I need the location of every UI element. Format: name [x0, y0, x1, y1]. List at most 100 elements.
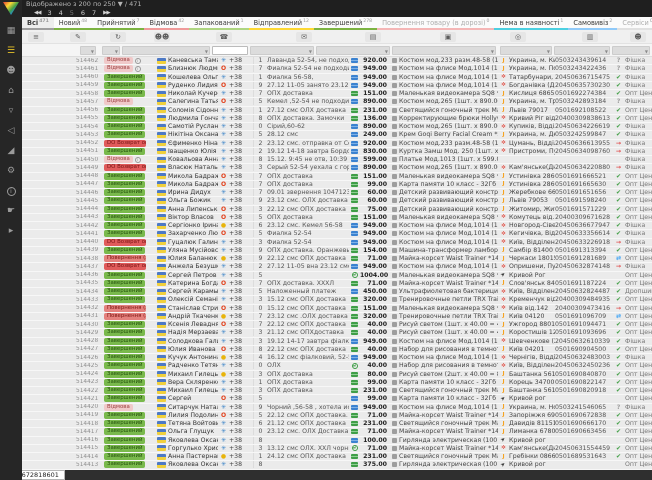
- table-row[interactable]: 514445ЗавершенийОльга Божик✳+38923.12 см…: [22, 197, 652, 205]
- table-row[interactable]: 514449DO Возврат ок..Власюк Наталья✳+383…: [22, 164, 652, 172]
- product-column-icon[interactable]: ▣: [440, 32, 456, 42]
- phone-number[interactable]: +38: [229, 272, 254, 279]
- phone-number[interactable]: +38: [229, 305, 254, 312]
- phone-number[interactable]: +38: [229, 395, 254, 402]
- phone-number[interactable]: +38: [229, 296, 254, 303]
- users-icon[interactable]: ☻: [2, 63, 20, 79]
- warehouse-icon[interactable]: ⌂: [2, 83, 20, 99]
- phone-number[interactable]: +38: [229, 321, 254, 328]
- table-row[interactable]: 514433ЗавершенийОлексій Семанін✳+38315.1…: [22, 296, 652, 304]
- phone-number[interactable]: +38: [229, 173, 254, 180]
- table-row[interactable]: 514441ЗавершенийЗахарченко ЛюбаO+385Фиал…: [22, 230, 652, 238]
- table-row[interactable]: 514419ЗавершенийЛилия ПодолинскаяO+38522…: [22, 412, 652, 420]
- app-logo-icon[interactable]: [3, 2, 19, 15]
- phone-number[interactable]: +38: [229, 214, 254, 221]
- table-row[interactable]: 514431Повернення (з..Андрій Ткаченко●+38…: [22, 313, 652, 321]
- phone-number[interactable]: +38: [229, 156, 254, 163]
- phone-number[interactable]: +38: [229, 247, 254, 254]
- table-row[interactable]: 514422ЗавершенийМихаил Гилецький✳+383ОПХ…: [22, 387, 652, 395]
- phone-number[interactable]: +38: [229, 181, 254, 188]
- phone-number[interactable]: +38: [229, 387, 254, 394]
- phone-number[interactable]: +38: [229, 189, 254, 196]
- filter-dropdown-2[interactable]: ▼: [122, 46, 210, 55]
- table-row[interactable]: 514413ЗавершенийЯковлева Оксана✳+388375.…: [22, 461, 652, 469]
- phone-number[interactable]: +38: [229, 346, 254, 353]
- status-column-icon[interactable]: ✎: [70, 32, 86, 42]
- table-row[interactable]: 514416ЗавершенийЯковлева Оксана✳+388100.…: [22, 437, 652, 445]
- phone-number[interactable]: +38: [229, 164, 254, 171]
- tracking-column-icon[interactable]: ▥: [582, 32, 598, 42]
- info-icon[interactable]: i: [2, 183, 20, 199]
- table-row[interactable]: 514462ВідмоваiКаневська Тамара ..✳+381Ла…: [22, 57, 652, 65]
- table-row[interactable]: 514447ЗавершенийМикола БадражанO+387ОПХ …: [22, 181, 652, 189]
- tab-Нема в наявності[interactable]: Нема в наявності1: [494, 17, 568, 30]
- table-row[interactable]: 514435ЗавершенийКатерина БогдановаO+387О…: [22, 280, 652, 288]
- table-row[interactable]: 514424ЗавершенийМихаил Гилецький●+383ОПХ…: [22, 371, 652, 379]
- tab-Повернення товару (в дорозі)[interactable]: Повернення товару (в дорозі)0: [377, 17, 494, 30]
- client-column-icon[interactable]: ☻☻: [154, 32, 170, 42]
- table-row[interactable]: 514452DO Возврат ок..Єфименко Ніна✳+3822…: [22, 140, 652, 148]
- phone-number[interactable]: +38: [229, 354, 254, 361]
- filter-dropdown-9[interactable]: ▼: [612, 46, 650, 55]
- phone-number[interactable]: +38: [229, 206, 254, 213]
- table-row[interactable]: 514436ЗавершенийСергей Петров✳+385₴1004.…: [22, 272, 652, 280]
- tab-Самовивіз[interactable]: Самовивіз2: [568, 17, 617, 30]
- table-row[interactable]: 514458ЗавершенийНиколай Кучеренко✳+387ОП…: [22, 90, 652, 98]
- phone-number[interactable]: +38: [229, 313, 254, 320]
- phone-number[interactable]: +38: [229, 437, 254, 444]
- filter-dropdown-4[interactable]: ▼: [250, 46, 314, 55]
- phone-number[interactable]: +38: [229, 90, 254, 97]
- filter-dropdown-0[interactable]: ▼: [80, 46, 96, 55]
- table-row[interactable]: 514437DO Возврат ок..Анжела Безушку✳+382…: [22, 263, 652, 271]
- page-button-4[interactable]: 4: [59, 9, 63, 18]
- page-button-5[interactable]: 5: [70, 9, 74, 18]
- table-row[interactable]: 514420ВідмоваСитарчук Наталія Гр..✳+389Ч…: [22, 404, 652, 412]
- phone-number[interactable]: +38: [229, 115, 254, 122]
- table-row[interactable]: 514457ВідмоваСалегина Татьяна С..O+385Ке…: [22, 98, 652, 106]
- table-row[interactable]: 514432Повернення (з..Станіслав СтрижакO+…: [22, 305, 652, 313]
- phone-number[interactable]: +38: [229, 329, 254, 336]
- phone-number[interactable]: +38: [229, 338, 254, 345]
- table-row[interactable]: 514423ЗавершенийВера Скляренко✳+381ОПХ д…: [22, 379, 652, 387]
- table-row[interactable]: 514450ВідмоваiКовальова Анна✳+38815.12. …: [22, 156, 652, 164]
- phone-number[interactable]: +38: [229, 197, 254, 204]
- menu-icon[interactable]: ≡: [28, 32, 44, 42]
- phone-number[interactable]: +38: [229, 140, 254, 147]
- table-row[interactable]: 514429ЗавершенийНадія Мерзаева✳+38321.12…: [22, 329, 652, 337]
- payment-column-icon[interactable]: ▤: [365, 32, 381, 42]
- table-row[interactable]: 514455ЗавершенийЛюдмила Гончарова✳+388ОП…: [22, 115, 652, 123]
- operator-column-icon[interactable]: ↻: [110, 32, 126, 42]
- phone-number[interactable]: +38: [229, 453, 254, 460]
- table-row[interactable]: 514460ЗавершенийКошелева Ольга Ар..✳+381…: [22, 74, 652, 82]
- tab-Завершений[interactable]: Завершений278: [314, 17, 377, 30]
- phone-number[interactable]: +38: [229, 148, 254, 155]
- table-row[interactable]: 514434ЗавершенийСергей Карамышев✳+385Нал…: [22, 288, 652, 296]
- tab-Відправлений[interactable]: Відправлений12: [249, 17, 314, 30]
- phone-number[interactable]: +38: [229, 239, 254, 246]
- phone-number[interactable]: +38: [229, 362, 254, 369]
- settings-icon[interactable]: ⚙: [2, 163, 20, 179]
- phone-number[interactable]: +38: [229, 379, 254, 386]
- filter-text-input[interactable]: [212, 46, 248, 55]
- table-row[interactable]: 514453ЗавершенийНікітіна Оксана Дми..✳+3…: [22, 131, 652, 139]
- table-row[interactable]: 514428ЗавершенийСолодкова Галина В..✳+38…: [22, 338, 652, 346]
- phone-number[interactable]: +38: [229, 371, 254, 378]
- table-row[interactable]: 514425ЗавершенийРадченко Тетяна✳+380ОЛХ₴…: [22, 362, 652, 370]
- tab-Всі[interactable]: Всі471: [22, 17, 54, 30]
- page-button-7[interactable]: 7: [92, 9, 96, 18]
- phone-number[interactable]: +38: [229, 65, 254, 72]
- phone-number[interactable]: +38: [229, 263, 254, 270]
- table-row[interactable]: 514414ЗавершенийАнна Пастернак●+38124.12…: [22, 453, 652, 461]
- cart-icon[interactable]: ▿: [2, 103, 20, 119]
- table-row[interactable]: 514417ЗавершенийОльга Глущук✳+38023.12 с…: [22, 428, 652, 436]
- table-row[interactable]: 514426ЗавершенийКучук Антонина●+38416.12…: [22, 354, 652, 362]
- table-row[interactable]: 514448ЗавершенийМикола БадражанO+387ОПХ …: [22, 173, 652, 181]
- table-row[interactable]: 514418ЗавершенийТетяна Войтович✳+38621.1…: [22, 420, 652, 428]
- last-page-button[interactable]: ▶▶: [103, 9, 109, 18]
- tab-Запакований[interactable]: Запакований1: [189, 17, 248, 30]
- info-icon[interactable]: i: [135, 66, 141, 72]
- table-row[interactable]: 514438Повернення (з..Юлия Баланюк●+38922…: [22, 255, 652, 263]
- phone-number[interactable]: +38: [229, 280, 254, 287]
- table-row[interactable]: 514421ЗавершенийСергейO+38599.00Карта па…: [22, 395, 652, 403]
- phone-number[interactable]: +38: [229, 445, 254, 452]
